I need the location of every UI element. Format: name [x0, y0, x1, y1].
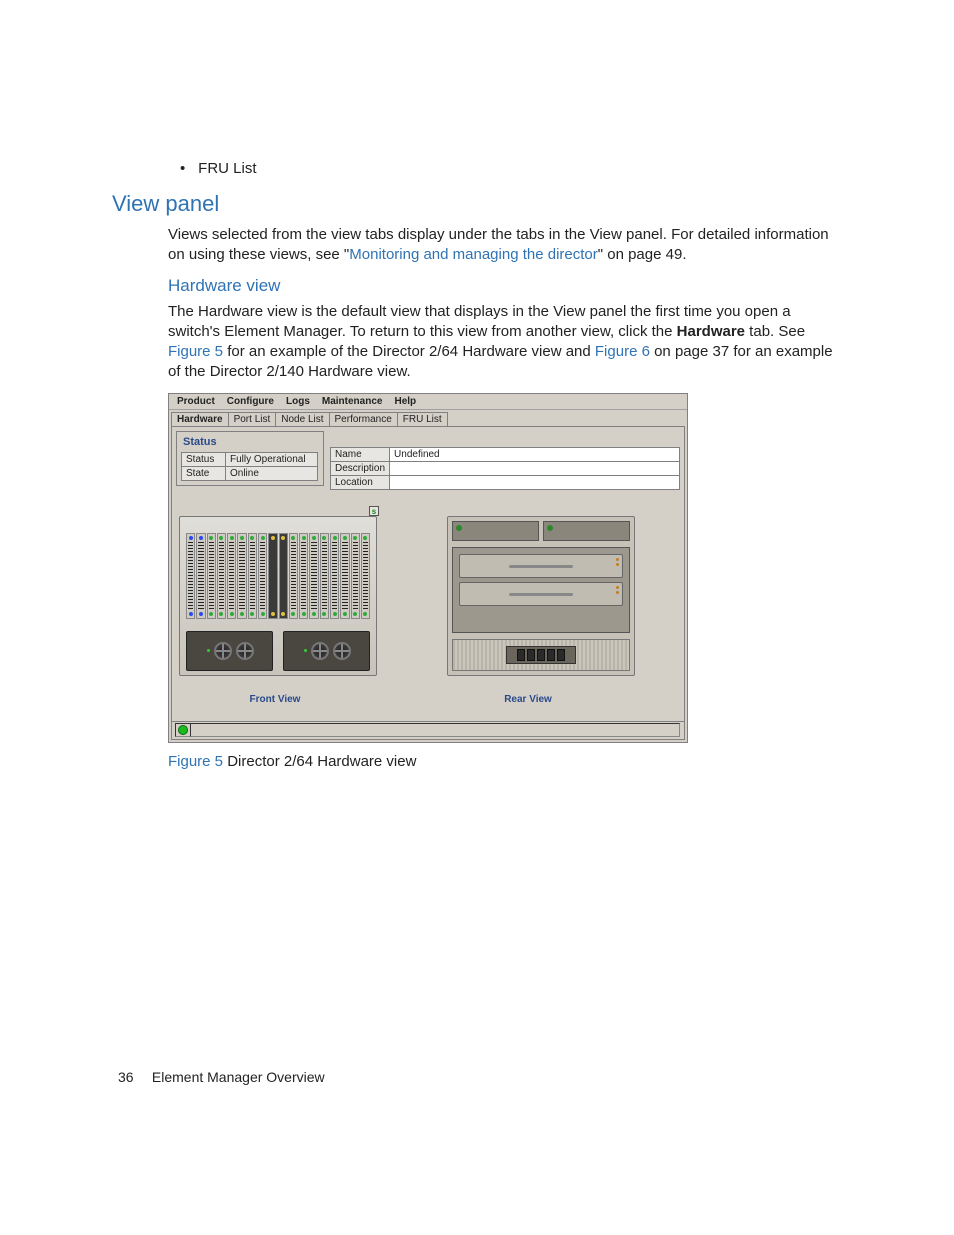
- table-row: StateOnline: [182, 466, 318, 480]
- p1-text-b: " on page 49.: [598, 246, 687, 263]
- rear-view-device[interactable]: [447, 516, 635, 676]
- psu-left-icon: [186, 631, 273, 671]
- table-row: Description: [331, 461, 680, 475]
- tab-bar: Hardware Port List Node List Performance…: [169, 410, 687, 426]
- info-group: NameUndefined Description Location: [330, 431, 680, 490]
- chassis-front-icon: [179, 516, 377, 676]
- paragraph-1: Views selected from the view tabs displa…: [168, 225, 836, 266]
- menu-configure[interactable]: Configure: [221, 395, 280, 408]
- location-label: Location: [331, 475, 390, 489]
- caption-fig-number: Figure 5: [168, 753, 223, 770]
- page-footer: 36 Element Manager Overview: [118, 1069, 325, 1085]
- heading-hardware-view: Hardware view: [168, 276, 836, 296]
- location-value: [390, 475, 680, 489]
- p2-text-b: tab. See: [745, 323, 805, 340]
- table-row: StatusFully Operational: [182, 452, 318, 466]
- heading-view-panel: View panel: [112, 191, 836, 217]
- description-label: Description: [331, 461, 390, 475]
- psu-right-icon: [283, 631, 370, 671]
- name-label: Name: [331, 447, 390, 461]
- chassis-rear-icon: [447, 516, 635, 676]
- front-view-device[interactable]: s: [179, 516, 377, 676]
- footer-title: Element Manager Overview: [152, 1069, 325, 1085]
- tab-node-list[interactable]: Node List: [275, 412, 329, 426]
- state-label: State: [182, 466, 226, 480]
- tab-fru-list[interactable]: FRU List: [397, 412, 448, 426]
- view-labels: Front View Rear View: [176, 694, 680, 705]
- card-row: [186, 533, 370, 619]
- status-label: Status: [182, 452, 226, 466]
- hardware-area: s: [176, 516, 680, 676]
- page-number: 36: [118, 1069, 148, 1085]
- status-title: Status: [183, 436, 319, 448]
- link-figure-6[interactable]: Figure 6: [595, 343, 650, 360]
- rear-view-label: Rear View: [434, 694, 622, 705]
- menu-product[interactable]: Product: [171, 395, 221, 408]
- link-figure-5[interactable]: Figure 5: [168, 343, 223, 360]
- drive-bay-icon: [459, 582, 623, 606]
- status-table: StatusFully Operational StateOnline: [181, 452, 318, 481]
- status-group: Status StatusFully Operational StateOnli…: [176, 431, 324, 486]
- front-view-label: Front View: [176, 694, 374, 705]
- tab-port-list[interactable]: Port List: [228, 412, 277, 426]
- psu-row: [186, 631, 370, 671]
- menubar: Product Configure Logs Maintenance Help: [169, 394, 687, 410]
- name-value: Undefined: [390, 447, 680, 461]
- bullet-text: FRU List: [198, 160, 256, 177]
- tab-hardware[interactable]: Hardware: [171, 412, 229, 426]
- menu-help[interactable]: Help: [388, 395, 422, 408]
- bullet-row: • FRU List: [180, 160, 836, 177]
- paragraph-2: The Hardware view is the default view th…: [168, 302, 836, 383]
- link-monitoring[interactable]: Monitoring and managing the director: [349, 246, 597, 263]
- status-led-icon: [178, 725, 188, 735]
- p2-text-c: for an example of the Director 2/64 Hard…: [223, 343, 595, 360]
- table-row: Location: [331, 475, 680, 489]
- bullet-dot-icon: •: [180, 160, 194, 177]
- info-table: NameUndefined Description Location: [330, 447, 680, 490]
- status-indicator-icon: s: [369, 506, 379, 516]
- figure-caption: Figure 5 Director 2/64 Hardware view: [168, 753, 688, 770]
- app-window: Product Configure Logs Maintenance Help …: [168, 393, 688, 743]
- tab-performance[interactable]: Performance: [329, 412, 398, 426]
- state-value: Online: [226, 466, 318, 480]
- description-value: [390, 461, 680, 475]
- status-value: Fully Operational: [226, 452, 318, 466]
- caption-text: Director 2/64 Hardware view: [223, 753, 416, 770]
- figure-5: Product Configure Logs Maintenance Help …: [168, 393, 688, 770]
- statusbar: [172, 721, 684, 739]
- view-panel: Status StatusFully Operational StateOnli…: [171, 426, 685, 740]
- menu-maintenance[interactable]: Maintenance: [316, 395, 389, 408]
- rear-io-icon: [452, 639, 630, 671]
- drive-bay-icon: [459, 554, 623, 578]
- p2-bold: Hardware: [677, 323, 745, 340]
- menu-logs[interactable]: Logs: [280, 395, 316, 408]
- table-row: NameUndefined: [331, 447, 680, 461]
